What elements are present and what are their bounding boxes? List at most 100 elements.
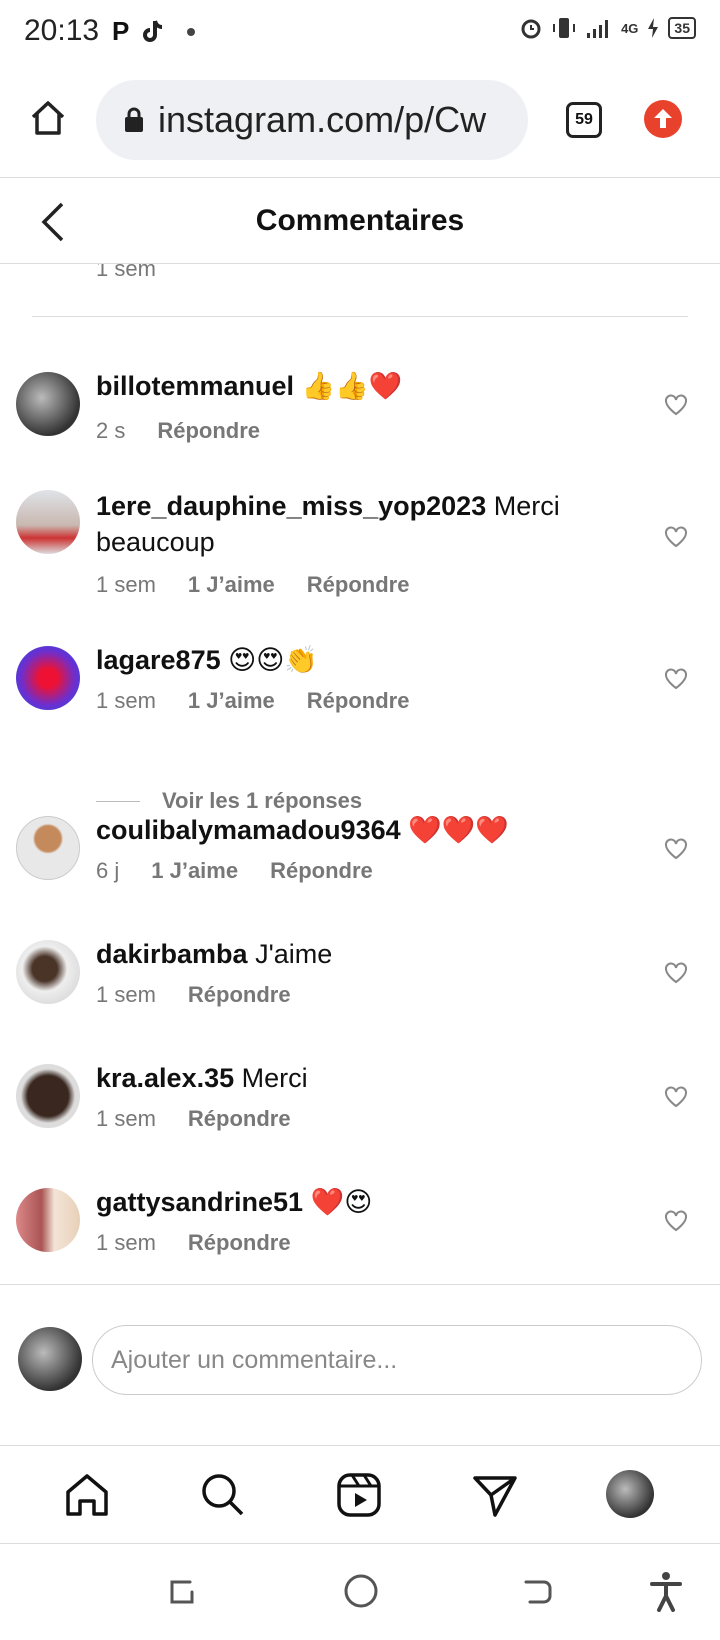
avatar[interactable] [16,372,80,436]
divider [32,316,688,317]
comment-username[interactable]: kra.alex.35 [96,1063,234,1093]
url-text: instagram.com/p/Cw [158,99,487,140]
comment-body: ❤️😍 [310,1187,373,1217]
comment-time: 1 sem [96,688,156,713]
alarm-icon [521,19,541,39]
comment-input[interactable]: Ajouter un commentaire... [92,1325,702,1395]
comment-body: Merci [241,1063,308,1093]
accessibility-icon[interactable] [648,1570,684,1612]
search-icon[interactable] [198,1470,248,1520]
battery-indicator: 35 [668,17,696,39]
update-button[interactable] [644,100,682,138]
comments-list[interactable]: 1 sem billotemmanuel 👍👍❤️ 2 s Répondre 1… [0,264,720,1284]
avatar[interactable] [16,490,80,554]
comment-time: 1 sem [96,572,156,597]
reels-icon[interactable] [334,1470,384,1520]
reply-button[interactable]: Répondre [157,418,260,444]
charging-icon [648,18,659,38]
comment-meta: 2 s Répondre [96,418,260,444]
avatar [18,1327,82,1391]
comment-username[interactable]: 1ere_dauphine_miss_yop2023 [96,491,486,521]
arrow-up-icon [654,109,672,128]
comment-text: billotemmanuel 👍👍❤️ [96,368,596,404]
browser-toolbar: instagram.com/p/Cw 59 [0,70,720,178]
reply-button[interactable]: Répondre [307,688,410,714]
heart-icon[interactable] [664,526,688,548]
bottom-navigation [0,1446,720,1544]
comment-text: coulibalymamadou9364 ❤️❤️❤️ [96,812,596,848]
reply-button[interactable]: Répondre [270,858,373,884]
home-button-icon[interactable] [342,1572,380,1610]
heart-icon[interactable] [664,1086,688,1108]
avatar[interactable] [16,816,80,880]
view-replies-button[interactable]: Voir les 1 réponses [96,788,362,814]
comment-time: 6 j [96,858,120,883]
url-bar[interactable]: instagram.com/p/Cw [96,80,528,160]
comment-time: 2 s [96,418,126,443]
comment-username[interactable]: billotemmanuel [96,371,294,401]
home-icon[interactable] [62,1470,112,1520]
heart-icon[interactable] [664,962,688,984]
heart-icon[interactable] [664,394,688,416]
comment-body: ❤️❤️❤️ [408,815,509,845]
comment-text: lagare875 😍😍👏 [96,642,596,678]
tab-switcher-button[interactable]: 59 [566,102,602,138]
comment-username[interactable]: gattysandrine51 [96,1187,303,1217]
comment-body: J'aime [255,939,333,969]
back-gesture-icon[interactable] [520,1574,556,1610]
comment-username[interactable]: dakirbamba [96,939,248,969]
likes-count[interactable]: 1 J’aime [188,572,275,598]
vibrate-icon [553,18,576,38]
status-bar: 20:13 P 4G 35 [0,0,720,64]
likes-count[interactable]: 1 J’aime [151,858,238,884]
comment-text: gattysandrine51 ❤️😍 [96,1184,596,1220]
tiktok-icon [143,19,163,42]
comment-text: kra.alex.35 Merci [96,1060,596,1096]
comment-meta: 1 sem Répondre [96,1230,291,1256]
comment-meta: 1 sem Répondre [96,982,291,1008]
signal-icon [587,20,609,38]
comment-text: dakirbamba J'aime [96,936,596,972]
avatar[interactable] [16,940,80,1004]
notification-icons: P [112,16,196,47]
status-time: 20:13 [24,14,100,47]
p-icon: P [112,16,130,46]
heart-icon[interactable] [664,1210,688,1232]
avatar[interactable] [16,646,80,710]
home-icon[interactable] [28,98,68,138]
comment-meta: 1 sem 1 J’aime Répondre [96,572,409,598]
comments-header: Commentaires [0,178,720,264]
system-status-icons: 4G 35 [519,16,696,40]
previous-comment-meta: 1 sem [96,264,156,282]
heart-icon[interactable] [664,668,688,690]
comment-text: 1ere_dauphine_miss_yop2023 Merci beaucou… [96,488,596,560]
lock-icon [125,107,143,132]
send-icon[interactable] [470,1470,520,1520]
comment-body: 😍😍👏 [228,645,319,675]
reply-button[interactable]: Répondre [188,982,291,1008]
recent-apps-icon[interactable] [164,1574,200,1610]
comment-time: 1 sem [96,264,156,281]
comment-meta: 1 sem 1 J’aime Répondre [96,688,409,714]
page-title: Commentaires [255,204,465,237]
reply-button[interactable]: Répondre [188,1230,291,1256]
reply-button[interactable]: Répondre [188,1106,291,1132]
profile-avatar[interactable] [606,1470,654,1518]
comment-time: 1 sem [96,1230,156,1255]
reply-button[interactable]: Répondre [307,572,410,598]
likes-count[interactable]: 1 J’aime [188,688,275,714]
add-comment-bar: Ajouter un commentaire... [0,1284,720,1446]
view-replies-label[interactable]: Voir les 1 réponses [162,788,362,814]
avatar[interactable] [16,1188,80,1252]
comment-time: 1 sem [96,1106,156,1131]
comment-meta: 1 sem Répondre [96,1106,291,1132]
dot-icon [187,27,196,36]
system-navigation [0,1544,720,1640]
heart-icon[interactable] [664,838,688,860]
comment-meta: 6 j 1 J’aime Répondre [96,858,373,884]
comment-username[interactable]: lagare875 [96,645,221,675]
network-type: 4G [621,20,639,36]
avatar[interactable] [16,1064,80,1128]
comment-username[interactable]: coulibalymamadou9364 [96,815,401,845]
comment-body: 👍👍❤️ [301,371,403,401]
